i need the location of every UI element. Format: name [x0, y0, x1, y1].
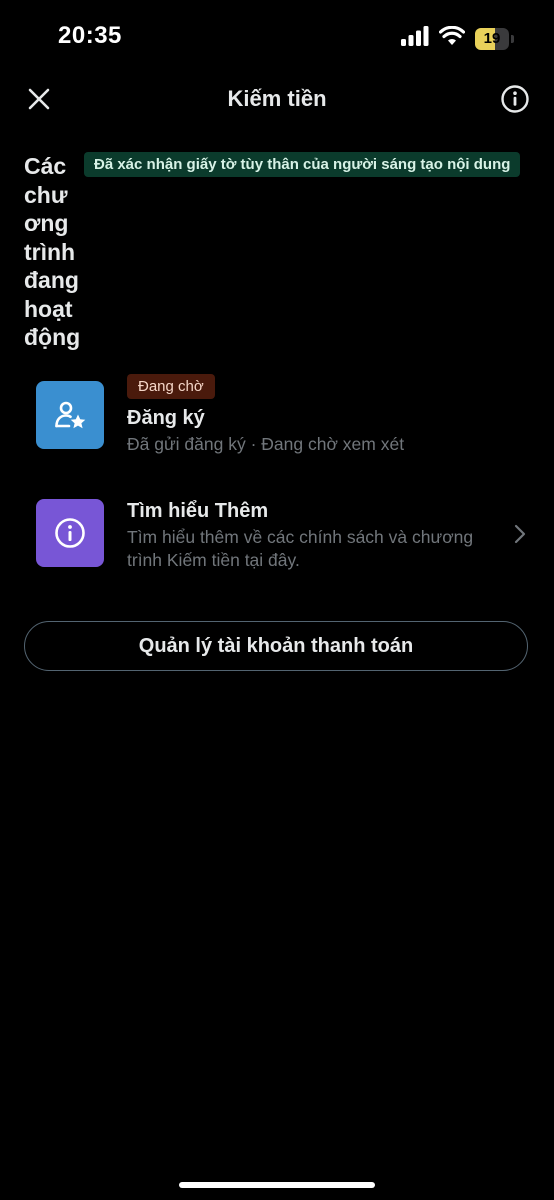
battery-cap — [511, 34, 514, 43]
header: Kiếm tiền — [0, 74, 554, 124]
program-item-learn-more[interactable]: Tìm hiểu Thêm Tìm hiểu thêm về các chính… — [36, 498, 530, 572]
active-programs-section: Các chương trình đang hoạt động Đã xác n… — [24, 152, 530, 352]
subscription-text: Đang chờ Đăng ký Đã gửi đăng ký · Đang c… — [127, 374, 530, 456]
learn-more-text: Tìm hiểu Thêm Tìm hiểu thêm về các chính… — [127, 498, 510, 572]
status-bar: 20:35 19 — [0, 0, 554, 74]
section-title: Các chương trình đang hoạt động — [24, 153, 81, 350]
info-icon — [501, 85, 529, 113]
subscription-tile — [36, 381, 104, 449]
subscription-title: Đăng ký — [127, 407, 205, 429]
status-icons: 19 — [401, 25, 514, 51]
info-button[interactable] — [498, 82, 532, 116]
learn-more-description: Tìm hiểu thêm về các chính sách và chươn… — [127, 527, 474, 570]
pending-badge: Đang chờ — [127, 374, 215, 399]
learn-more-title: Tìm hiểu Thêm — [127, 500, 269, 522]
info-circle-icon — [55, 518, 85, 548]
subscription-description: Đã gửi đăng ký · Đang chờ xem xét — [127, 434, 405, 454]
home-indicator — [179, 1182, 375, 1188]
program-item-subscription[interactable]: Đang chờ Đăng ký Đã gửi đăng ký · Đang c… — [36, 374, 530, 456]
manage-payment-account-button[interactable]: Quản lý tài khoản thanh toán — [24, 621, 528, 671]
cellular-signal-icon — [401, 26, 429, 51]
status-time: 20:35 — [58, 22, 122, 49]
learn-more-tile — [36, 499, 104, 567]
subscription-star-person-icon — [55, 401, 86, 429]
page-title: Kiếm tiền — [227, 86, 327, 111]
battery-level: 19 — [483, 30, 501, 47]
verified-badge: Đã xác nhận giấy tờ tùy thân của người s… — [84, 152, 521, 177]
wifi-icon — [438, 25, 466, 51]
chevron-right-icon — [510, 524, 530, 544]
battery-icon: 19 — [475, 27, 509, 50]
